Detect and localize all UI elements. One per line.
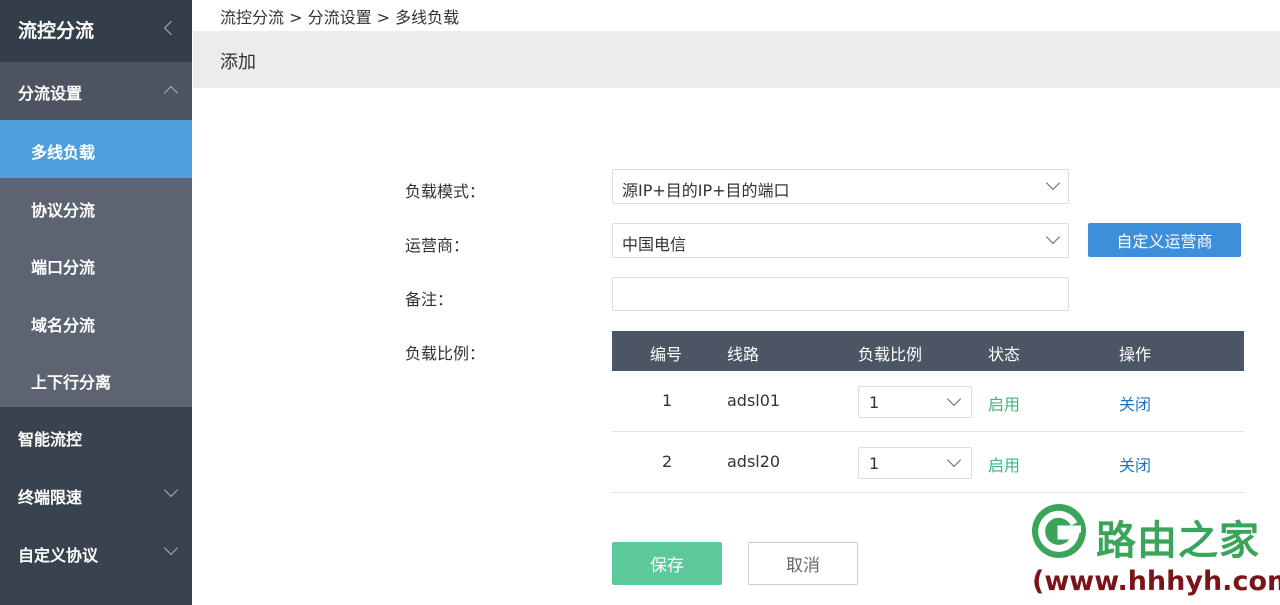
sidebar-item-label: 协议分流 [31, 200, 96, 220]
ratio-select[interactable]: 1 [858, 386, 972, 418]
status-badge: 启用 [988, 395, 1021, 414]
row-line: adsl20 [727, 452, 781, 471]
sidebar-item-label: 终端限速 [18, 488, 83, 507]
sidebar-item-label: 域名分流 [31, 315, 96, 335]
column-header-line: 线路 [727, 345, 760, 364]
watermark-name: 路由之家 [1096, 518, 1260, 564]
row-line: adsl01 [727, 391, 781, 410]
watermark-url: (www.hhhyh.com) [1032, 566, 1280, 597]
load-mode-label: 负载模式： [405, 182, 486, 201]
row-id: 1 [662, 391, 673, 410]
sidebar-item-terminal-limit[interactable]: 终端限速 [0, 465, 192, 523]
sidebar-title: 流控分流 [18, 20, 95, 42]
column-header-action: 操作 [1119, 345, 1152, 364]
cancel-button[interactable]: 取消 [748, 542, 858, 585]
table-header: 编号 线路 负载比例 状态 操作 [612, 331, 1244, 371]
sidebar-item-label: 端口分流 [31, 258, 96, 277]
sidebar: 流控分流 分流设置 多线负载 协议分流 端口分流 域名分流 上下行分离 智能流控… [0, 0, 192, 605]
chevron-down-icon [1045, 229, 1061, 245]
load-ratio-label: 负载比例： [405, 344, 486, 363]
load-mode-select[interactable]: 源IP+目的IP+目的端口 [612, 169, 1069, 204]
close-link[interactable]: 关闭 [1119, 391, 1151, 415]
load-ratio-table: 编号 线路 负载比例 状态 操作 1 adsl01 1 启用 关闭 2 adsl… [612, 331, 1244, 493]
sidebar-group-label: 分流设置 [18, 84, 83, 103]
close-link[interactable]: 关闭 [1119, 452, 1151, 476]
sidebar-header[interactable]: 流控分流 [0, 0, 192, 62]
ratio-value: 1 [869, 393, 880, 412]
panel-header: 添加 [193, 31, 1280, 88]
isp-select[interactable]: 中国电信 [612, 223, 1069, 258]
watermark-logo-icon [1032, 504, 1086, 558]
column-header-status: 状态 [988, 345, 1021, 364]
table-row: 2 adsl20 1 启用 关闭 [612, 432, 1244, 493]
page-title: 添加 [220, 52, 256, 73]
chevron-up-icon [163, 85, 179, 101]
sidebar-item-port-split[interactable]: 端口分流 [0, 235, 192, 293]
table-row: 1 adsl01 1 启用 关闭 [612, 371, 1244, 432]
chevron-down-icon [946, 452, 962, 468]
sidebar-item-domain-split[interactable]: 域名分流 [0, 292, 192, 350]
sidebar-item-smart-flow[interactable]: 智能流控 [0, 407, 192, 465]
chevron-down-icon [163, 540, 179, 556]
sidebar-group-traffic-split[interactable]: 分流设置 [0, 62, 192, 120]
sidebar-item-updown-split[interactable]: 上下行分离 [0, 350, 192, 407]
sidebar-item-multiline-load[interactable]: 多线负载 [0, 120, 192, 178]
ratio-select[interactable]: 1 [858, 447, 972, 479]
isp-value: 中国电信 [622, 235, 687, 254]
row-id: 2 [662, 452, 673, 471]
column-header-ratio: 负载比例 [858, 345, 923, 364]
sidebar-item-label: 自定义协议 [18, 546, 99, 565]
chevron-down-icon [163, 482, 179, 498]
collapse-chevron-icon[interactable] [163, 20, 179, 36]
chevron-down-icon [1045, 175, 1061, 191]
isp-label: 运营商： [405, 236, 470, 255]
sidebar-item-label: 多线负载 [31, 143, 96, 162]
breadcrumb: 流控分流 > 分流设置 > 多线负载 [220, 8, 460, 27]
status-badge: 启用 [988, 456, 1021, 475]
load-mode-value: 源IP+目的IP+目的端口 [622, 181, 790, 200]
sidebar-item-protocol-split[interactable]: 协议分流 [0, 177, 192, 235]
watermark: 路由之家 (www.hhhyh.com) [1030, 502, 1280, 605]
sidebar-item-label: 智能流控 [18, 430, 83, 449]
chevron-down-icon [946, 391, 962, 407]
note-label: 备注： [405, 290, 454, 309]
save-button[interactable]: 保存 [612, 542, 722, 585]
column-header-id: 编号 [650, 345, 683, 364]
note-input[interactable] [612, 277, 1069, 311]
sidebar-item-custom-protocol[interactable]: 自定义协议 [0, 523, 192, 581]
ratio-value: 1 [869, 454, 880, 473]
custom-isp-button[interactable]: 自定义运营商 [1088, 223, 1241, 257]
sidebar-item-label: 上下行分离 [31, 373, 112, 392]
